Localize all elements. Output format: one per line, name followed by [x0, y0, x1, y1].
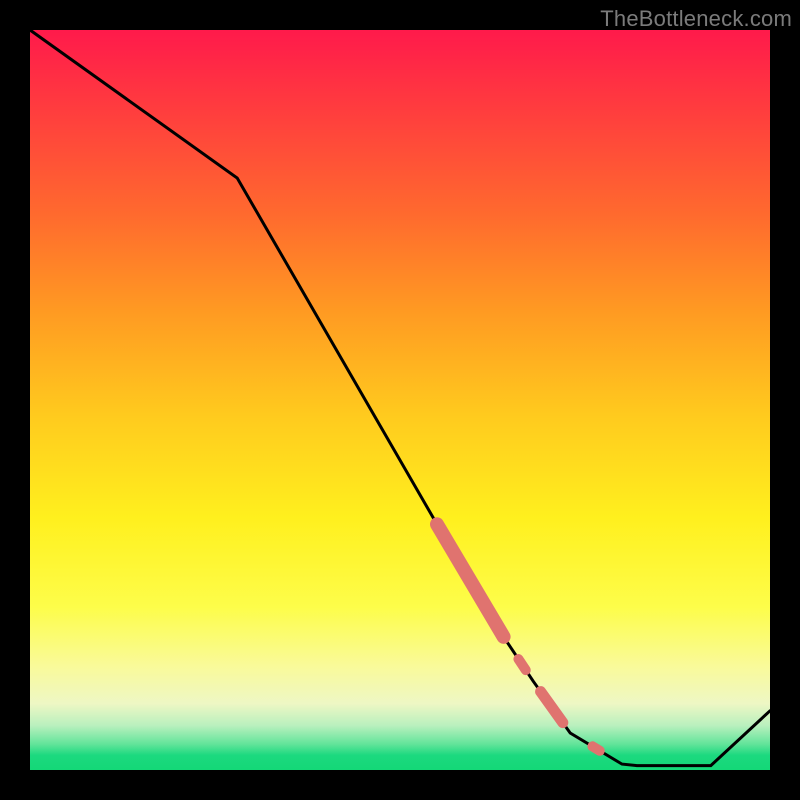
highlight-segment [518, 659, 525, 670]
curve-layer [30, 30, 770, 766]
highlight-layer [437, 524, 600, 751]
chart-frame: TheBottleneck.com [0, 0, 800, 800]
chart-svg [30, 30, 770, 770]
highlight-segment [437, 524, 504, 637]
highlight-segment [541, 692, 563, 723]
highlight-segment [592, 746, 599, 751]
main-curve [30, 30, 770, 766]
watermark-text: TheBottleneck.com [600, 6, 792, 32]
